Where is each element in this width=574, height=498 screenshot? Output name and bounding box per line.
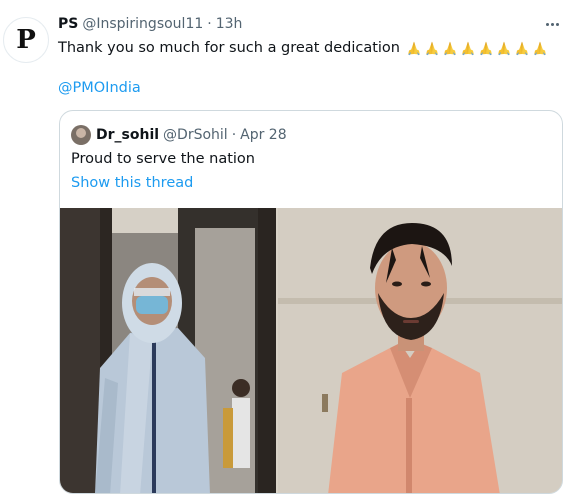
tweet-header: PS @Inspiringsoul11 · 13h <box>58 14 242 34</box>
avatar-logo: P <box>16 25 36 55</box>
more-dot <box>555 22 559 26</box>
more-dot <box>550 22 554 26</box>
author-name[interactable]: PS <box>58 16 78 32</box>
folded-hands-emoji <box>408 41 420 56</box>
tweet-text: Thank you so much for such a great dedic… <box>58 40 548 56</box>
tweet: P PS @Inspiringsoul11 · 13h Thank you so… <box>0 0 574 498</box>
folded-hands-emoji <box>426 41 438 56</box>
tweet-time[interactable]: 13h <box>216 16 243 32</box>
separator-dot: · <box>231 127 237 143</box>
folded-hands-emoji <box>480 41 492 56</box>
tweet-photo[interactable] <box>60 208 562 493</box>
quoted-tweet-header: Dr_sohil @DrSohil · Apr 28 <box>71 125 287 145</box>
quoted-tweet-time[interactable]: Apr 28 <box>240 127 286 143</box>
quoted-author-name[interactable]: Dr_sohil <box>96 127 159 143</box>
folded-hands-emoji <box>516 41 528 56</box>
quoted-avatar[interactable] <box>71 125 91 145</box>
separator-dot: · <box>207 16 212 32</box>
mention-link[interactable]: @PMOIndia <box>58 80 141 96</box>
more-dot <box>545 22 549 26</box>
photo-illustration <box>60 208 562 493</box>
tweet-text-body: Thank you so much for such a great dedic… <box>58 40 400 56</box>
folded-hands-emoji <box>498 41 510 56</box>
folded-hands-emoji <box>444 41 456 56</box>
more-options-icon[interactable] <box>541 15 563 33</box>
quoted-tweet[interactable]: Dr_sohil @DrSohil · Apr 28 Proud to serv… <box>59 110 563 494</box>
avatar[interactable]: P <box>3 17 49 63</box>
show-thread-link[interactable]: Show this thread <box>71 175 193 191</box>
folded-hands-emoji <box>534 41 546 56</box>
author-handle[interactable]: @Inspiringsoul11 <box>82 16 203 32</box>
quoted-tweet-text: Proud to serve the nation <box>71 151 255 167</box>
quoted-author-handle[interactable]: @DrSohil <box>163 127 228 143</box>
emoji-row <box>406 40 548 56</box>
folded-hands-emoji <box>462 41 474 56</box>
